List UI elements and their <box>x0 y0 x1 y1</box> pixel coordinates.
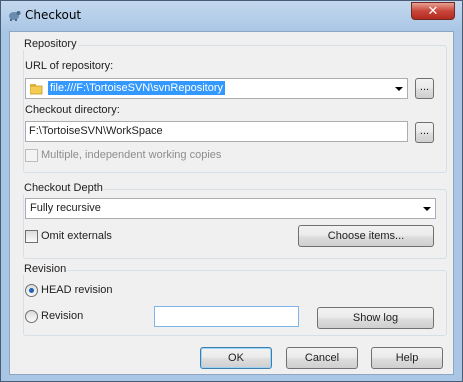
head-revision-radio[interactable] <box>25 284 38 297</box>
depth-combobox[interactable]: Fully recursive <box>25 198 436 219</box>
browse-directory-button[interactable]: ... <box>415 122 434 143</box>
url-combobox[interactable]: file:///F:\TortoiseSVN\svnRepository <box>25 78 408 99</box>
ok-button[interactable]: OK <box>200 347 272 369</box>
title-bar: Checkout ✕ <box>1 1 462 31</box>
cancel-button[interactable]: Cancel <box>286 347 358 369</box>
revision-radio[interactable] <box>25 310 38 323</box>
choose-items-button[interactable]: Choose items... <box>298 225 434 247</box>
checkout-depth-group-label: Checkout Depth <box>23 182 104 194</box>
url-label: URL of repository: <box>25 60 114 72</box>
multiple-working-copies-checkbox[interactable] <box>25 149 38 162</box>
show-log-button[interactable]: Show log <box>317 307 434 329</box>
window-title: Checkout <box>25 8 82 22</box>
revision-label: Revision <box>41 310 84 322</box>
repository-group-label: Repository <box>23 38 78 50</box>
close-icon: ✕ <box>427 3 439 18</box>
omit-externals-label: Omit externals <box>41 230 112 242</box>
folder-icon <box>30 84 43 95</box>
browse-url-button[interactable]: ... <box>415 78 434 99</box>
revision-input[interactable] <box>154 306 299 327</box>
url-value: file:///F:\TortoiseSVN\svnRepository <box>48 81 226 95</box>
tortoisesvn-icon <box>9 11 21 21</box>
revision-group-label: Revision <box>23 263 68 275</box>
chevron-down-icon[interactable] <box>423 207 431 211</box>
multiple-working-copies-label: Multiple, independent working copies <box>41 149 222 161</box>
depth-value: Fully recursive <box>30 202 101 214</box>
checkout-dialog: Checkout ✕ Repository URL of repository:… <box>0 0 463 382</box>
dialog-body: Repository URL of repository: file:///F:… <box>9 31 454 375</box>
omit-externals-checkbox[interactable] <box>25 230 38 243</box>
chevron-down-icon[interactable] <box>395 87 403 91</box>
checkout-directory-input[interactable]: F:\TortoiseSVN\WorkSpace <box>25 121 408 142</box>
checkout-directory-label: Checkout directory: <box>25 104 120 116</box>
radio-selected-dot <box>29 288 34 293</box>
close-button[interactable]: ✕ <box>411 2 455 20</box>
checkout-directory-value: F:\TortoiseSVN\WorkSpace <box>29 125 163 137</box>
head-revision-label: HEAD revision <box>41 284 113 296</box>
help-button[interactable]: Help <box>371 347 443 369</box>
